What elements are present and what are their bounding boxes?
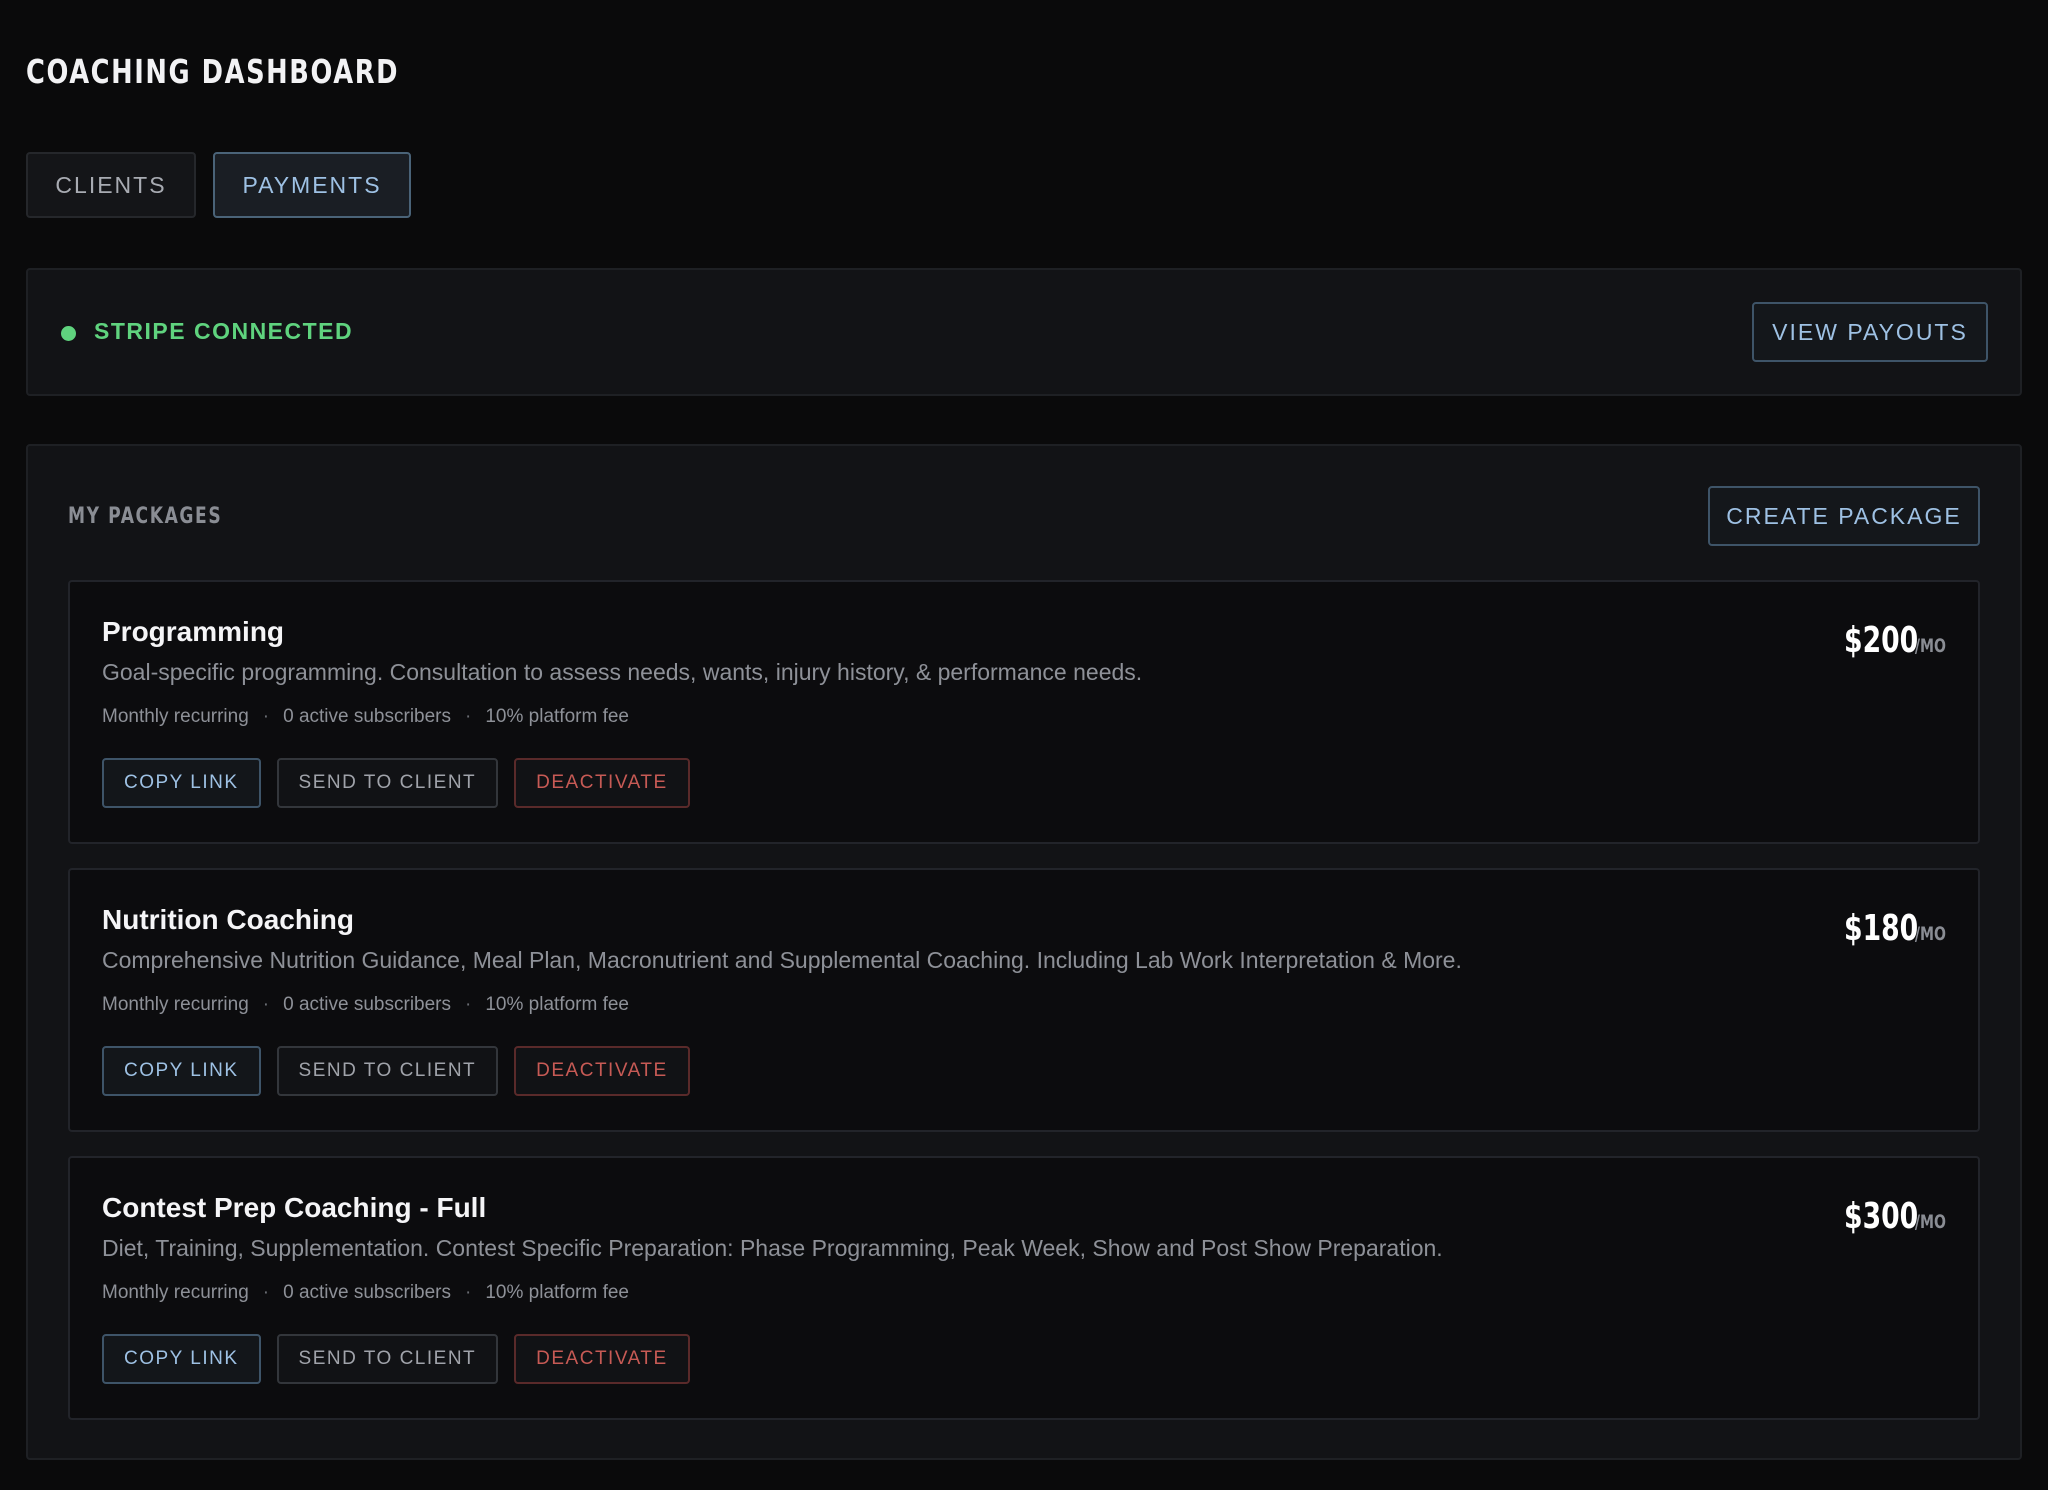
meta-separator: · bbox=[262, 994, 270, 1015]
stripe-status-text: STRIPE CONNECTED bbox=[94, 318, 354, 344]
package-card: Programming Goal-specific programming. C… bbox=[68, 580, 1980, 844]
copy-link-button[interactable]: COPY LINK bbox=[102, 758, 261, 808]
tab-payments[interactable]: PAYMENTS bbox=[213, 152, 411, 218]
price-unit: /MO bbox=[1914, 1211, 1946, 1233]
meta-separator: · bbox=[262, 706, 270, 727]
package-billing: Monthly recurring bbox=[102, 994, 249, 1015]
package-description: Goal-specific programming. Consultation … bbox=[102, 659, 1143, 685]
package-subscribers: 0 active subscribers bbox=[283, 1282, 452, 1303]
page-title: COACHING DASHBOARD bbox=[26, 52, 400, 91]
package-billing: Monthly recurring bbox=[102, 706, 249, 727]
package-fee: 10% platform fee bbox=[485, 994, 629, 1015]
deactivate-button[interactable]: DEACTIVATE bbox=[514, 1046, 690, 1096]
price-amount: $300 bbox=[1843, 1196, 1918, 1237]
price-amount: $180 bbox=[1843, 908, 1918, 949]
stripe-status-panel: STRIPE CONNECTED VIEW PAYOUTS bbox=[26, 268, 2022, 396]
package-meta: Monthly recurring · 0 active subscribers… bbox=[102, 706, 629, 728]
package-name: Contest Prep Coaching - Full bbox=[102, 1192, 487, 1223]
package-card: Nutrition Coaching Comprehensive Nutriti… bbox=[68, 868, 1980, 1132]
deactivate-button[interactable]: DEACTIVATE bbox=[514, 1334, 690, 1384]
package-name: Nutrition Coaching bbox=[102, 904, 354, 935]
send-to-client-button[interactable]: SEND TO CLIENT bbox=[276, 758, 499, 808]
package-description: Comprehensive Nutrition Guidance, Meal P… bbox=[102, 947, 1462, 973]
meta-separator: · bbox=[465, 994, 472, 1015]
meta-separator: · bbox=[465, 1282, 472, 1303]
package-name: Programming bbox=[102, 616, 285, 647]
copy-link-button[interactable]: COPY LINK bbox=[102, 1334, 261, 1384]
package-subscribers: 0 active subscribers bbox=[283, 994, 452, 1015]
package-price: $200 /MO bbox=[1818, 620, 1946, 661]
send-to-client-button[interactable]: SEND TO CLIENT bbox=[276, 1334, 499, 1384]
package-description: Diet, Training, Supplementation. Contest… bbox=[102, 1235, 1443, 1261]
create-package-button[interactable]: CREATE PACKAGE bbox=[1708, 486, 1980, 546]
packages-panel: MY PACKAGES CREATE PACKAGE Programming G… bbox=[26, 444, 2022, 1460]
deactivate-button[interactable]: DEACTIVATE bbox=[514, 758, 690, 808]
copy-link-button[interactable]: COPY LINK bbox=[102, 1046, 261, 1096]
package-actions: COPY LINK SEND TO CLIENT DEACTIVATE bbox=[102, 758, 690, 808]
package-price: $180 /MO bbox=[1818, 908, 1946, 949]
price-unit: /MO bbox=[1914, 635, 1946, 657]
meta-separator: · bbox=[262, 1282, 270, 1303]
package-fee: 10% platform fee bbox=[485, 1282, 629, 1303]
package-billing: Monthly recurring bbox=[102, 1282, 249, 1303]
view-payouts-button[interactable]: VIEW PAYOUTS bbox=[1752, 302, 1988, 362]
package-actions: COPY LINK SEND TO CLIENT DEACTIVATE bbox=[102, 1334, 690, 1384]
package-meta: Monthly recurring · 0 active subscribers… bbox=[102, 994, 629, 1016]
package-meta: Monthly recurring · 0 active subscribers… bbox=[102, 1282, 629, 1304]
package-card: Contest Prep Coaching - Full Diet, Train… bbox=[68, 1156, 1980, 1420]
package-price: $300 /MO bbox=[1818, 1196, 1946, 1237]
price-unit: /MO bbox=[1914, 923, 1946, 945]
package-actions: COPY LINK SEND TO CLIENT DEACTIVATE bbox=[102, 1046, 690, 1096]
tab-bar: CLIENTS PAYMENTS bbox=[26, 152, 411, 218]
connected-status-dot bbox=[61, 326, 76, 341]
package-subscribers: 0 active subscribers bbox=[283, 706, 452, 727]
tab-clients[interactable]: CLIENTS bbox=[26, 152, 196, 218]
package-fee: 10% platform fee bbox=[485, 706, 629, 727]
packages-heading: MY PACKAGES bbox=[68, 504, 223, 529]
meta-separator: · bbox=[465, 706, 472, 727]
price-amount: $200 bbox=[1843, 620, 1918, 661]
send-to-client-button[interactable]: SEND TO CLIENT bbox=[276, 1046, 499, 1096]
